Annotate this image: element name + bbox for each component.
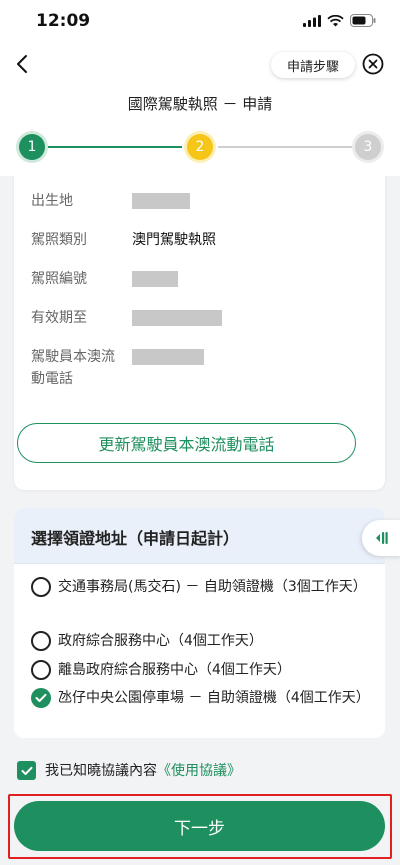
step-1-number: 1 xyxy=(27,139,37,155)
info-label-line1: 駕駛員本澳流 xyxy=(31,349,115,365)
info-label-line2: 動電話 xyxy=(31,371,73,387)
status-bar: 12:09 xyxy=(0,0,400,44)
agreement-label: 我已知曉協議內容 xyxy=(45,763,157,779)
radio-unchecked[interactable] xyxy=(31,577,51,597)
next-step-button[interactable]: 下一步 xyxy=(14,801,385,851)
step-2-circle: 2 xyxy=(184,131,216,163)
info-label: 駕照類別 xyxy=(31,232,87,248)
check-icon xyxy=(21,766,32,775)
step-3-circle: 3 xyxy=(352,131,384,163)
collection-address-card: 選擇領證地址（申請日起計） 交通事務局(馬交石) － 自助領證機（3個工作天） … xyxy=(14,508,385,738)
address-option-label: 氹仔中央公園停車場 － 自助領證機（4個工作天） xyxy=(58,690,370,706)
content-scroll-area[interactable]: 出生地 駕照類別 澳門駕駛執照 駕照編號 有效期至 駕駛員本澳流 動電話 更新駕… xyxy=(0,176,400,751)
radio-unchecked[interactable] xyxy=(31,631,51,651)
address-option-taipa-central-park[interactable]: 氹仔中央公園停車場 － 自助領證機（4個工作天） xyxy=(31,686,371,734)
close-button[interactable] xyxy=(362,53,384,75)
check-icon xyxy=(35,693,47,702)
stepper: 1 2 3 xyxy=(0,129,400,165)
terms-of-use-link[interactable]: 《使用協議》 xyxy=(157,763,241,779)
agreement-text: 我已知曉協議內容《使用協議》 xyxy=(45,761,241,781)
agreement-checkbox[interactable] xyxy=(17,761,36,780)
radio-unchecked[interactable] xyxy=(31,660,51,680)
collection-address-heading: 選擇領證地址（申請日起計） xyxy=(14,508,385,564)
back-button[interactable] xyxy=(10,52,34,76)
info-label: 有效期至 xyxy=(31,310,87,326)
step-line-pending xyxy=(218,146,352,148)
status-time: 12:09 xyxy=(36,11,91,31)
redacted-value xyxy=(132,271,178,287)
cellular-signal-icon xyxy=(303,14,321,27)
address-option-label: 政府綜合服務中心（4個工作天） xyxy=(58,633,263,649)
wifi-icon xyxy=(327,14,344,26)
radio-checked[interactable] xyxy=(31,688,51,708)
info-label: 駕照編號 xyxy=(31,271,87,287)
address-option-transport-bureau[interactable]: 交通事務局(馬交石) － 自助領證機（3個工作天） xyxy=(31,575,371,623)
battery-icon xyxy=(350,14,376,27)
redacted-value xyxy=(132,349,204,365)
header: 申請步驟 國際駕駛執照 － 申請 1 2 3 xyxy=(0,44,400,176)
agreement-row: 我已知曉協議內容《使用協議》 xyxy=(17,759,387,783)
update-mobile-phone-button[interactable]: 更新駕駛員本澳流動電話 xyxy=(17,423,356,463)
address-option-label: 離島政府綜合服務中心（4個工作天） xyxy=(58,662,291,678)
step-1-circle: 1 xyxy=(16,131,48,163)
info-label: 出生地 xyxy=(31,193,73,209)
info-row-mobile-phone: 駕駛員本澳流 動電話 xyxy=(31,346,371,390)
collapse-left-icon xyxy=(376,532,388,544)
page-title: 國際駕駛執照 － 申請 xyxy=(127,95,273,113)
application-steps-button[interactable]: 申請步驟 xyxy=(271,52,355,78)
step-2-number: 2 xyxy=(195,139,205,155)
info-value: 澳門駕駛執照 xyxy=(132,232,216,248)
redacted-value xyxy=(132,310,222,326)
info-label: 駕駛員本澳流 動電話 xyxy=(31,346,131,390)
redacted-value xyxy=(132,193,190,209)
address-option-label: 交通事務局(馬交石) － 自助領證機（3個工作天） xyxy=(58,579,367,595)
chevron-left-icon xyxy=(17,55,27,73)
status-icons xyxy=(303,14,376,27)
step-line-done xyxy=(48,146,182,148)
close-icon xyxy=(362,53,384,75)
side-drawer-handle[interactable] xyxy=(362,520,400,556)
step-3-number: 3 xyxy=(363,139,373,155)
